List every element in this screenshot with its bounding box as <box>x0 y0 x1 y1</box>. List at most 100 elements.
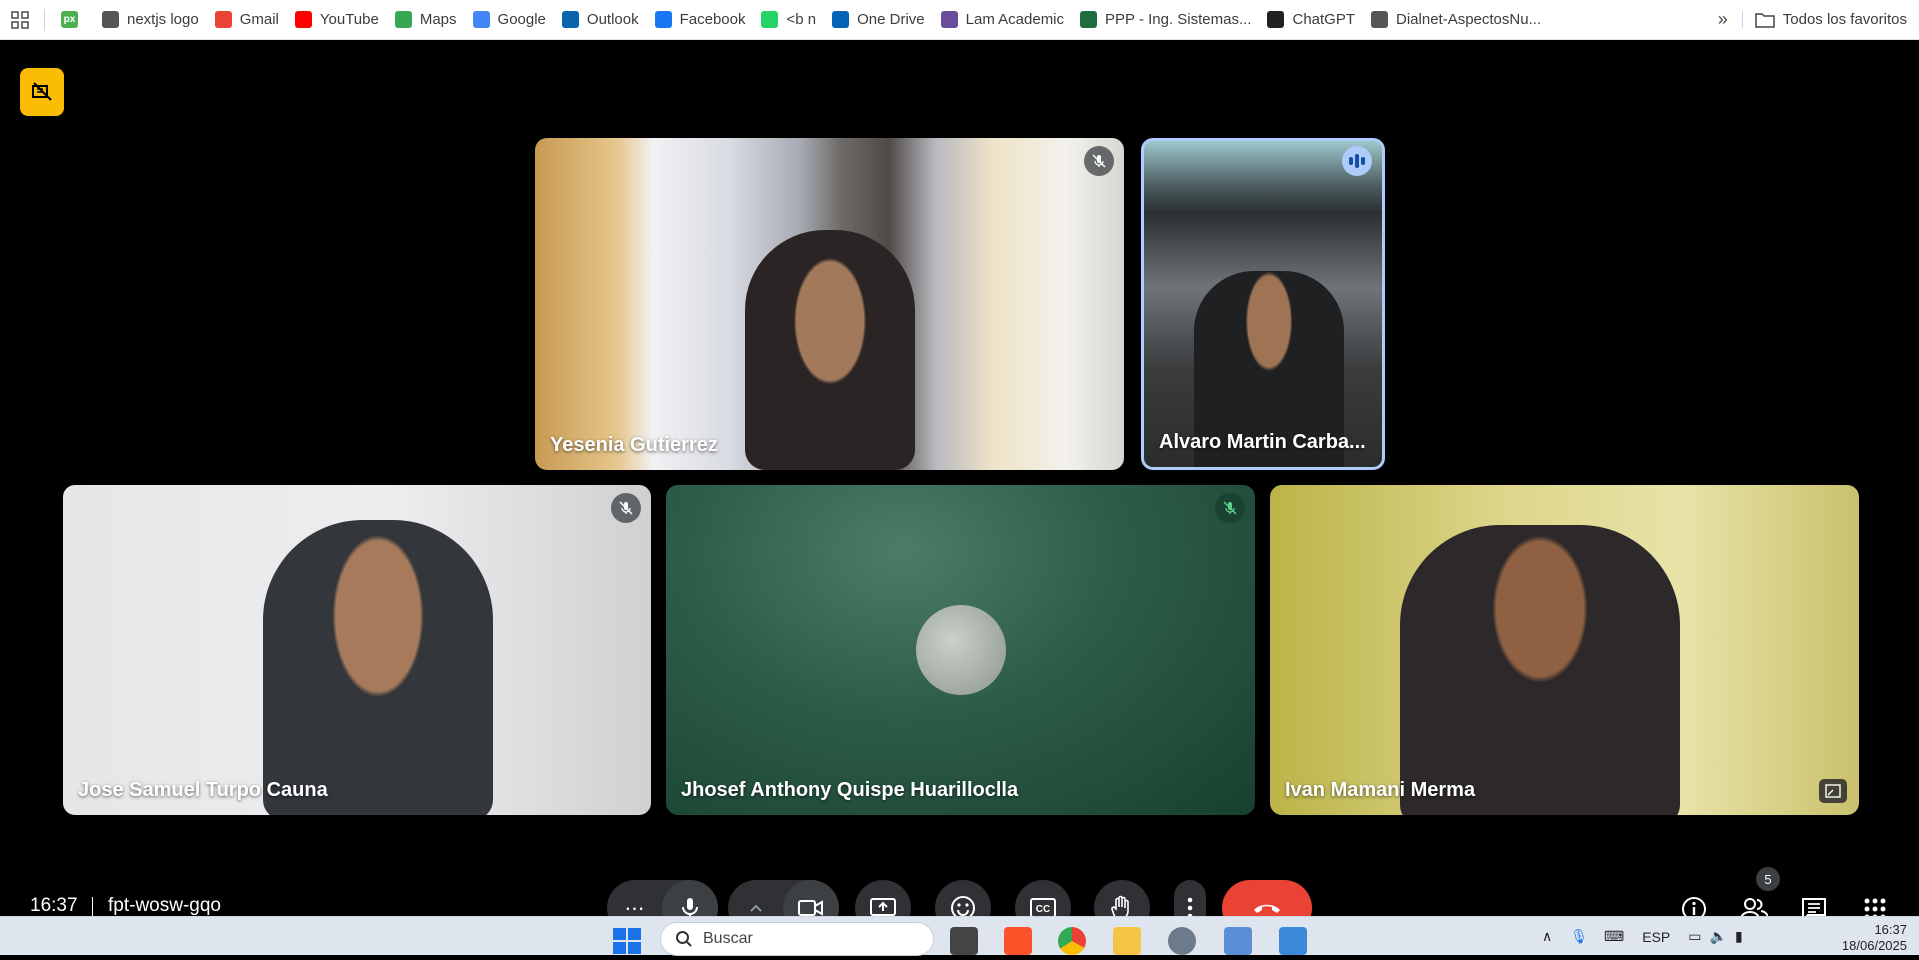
file-explorer-icon[interactable] <box>1113 927 1141 955</box>
bookmark-label: ChatGPT <box>1292 11 1356 28</box>
taskbar-time: 16:37 <box>1874 922 1907 937</box>
participant-name: Alvaro Martin Carba... <box>1159 431 1366 453</box>
picture-in-picture-icon[interactable] <box>1819 779 1847 803</box>
participant-tile-jose[interactable]: Jose Samuel Turpo Cauna <box>63 485 651 815</box>
clock-divider <box>92 897 93 917</box>
mic-muted-icon <box>1084 146 1114 176</box>
bookmarks-bar: px nextjs logo Gmail YouTube Maps Google Outlo… <box>0 0 1919 40</box>
globe-icon <box>1371 11 1389 28</box>
task-view-icon[interactable] <box>950 927 978 955</box>
whatsapp-icon <box>761 11 779 28</box>
windows-start-icon[interactable] <box>612 927 642 955</box>
settings-gear-icon[interactable] <box>1168 927 1196 955</box>
chatgpt-icon <box>1267 11 1285 28</box>
apps-grid-icon[interactable] <box>0 0 40 40</box>
participant-tile-yesenia[interactable]: Yesenia Gutierrez <box>535 138 1124 470</box>
taskbar-clock[interactable]: 16:37 18/06/2025 <box>1822 922 1907 954</box>
phone-hangup-icon <box>1254 904 1280 913</box>
bookmark-item[interactable]: One Drive <box>824 6 933 34</box>
bookmark-item[interactable]: Dialnet-AspectosNu... <box>1363 6 1549 34</box>
bookmark-label: Lam Academic <box>965 11 1065 28</box>
chrome-browser-icon[interactable] <box>1058 927 1086 955</box>
bookmark-label: Gmail <box>239 11 279 28</box>
bookmark-label: Google <box>497 11 546 28</box>
volume-icon[interactable]: 🔈 <box>1710 928 1727 945</box>
bookmark-label: Maps <box>419 11 457 28</box>
search-icon <box>676 931 692 947</box>
input-language[interactable]: ESP <box>1642 929 1670 945</box>
meeting-clock: 16:37 <box>30 895 78 916</box>
microphone-in-use-icon[interactable]: 🎙 <box>1570 928 1588 945</box>
bookmark-label: <b n <box>786 11 817 28</box>
participant-name: Ivan Mamani Merma <box>1285 779 1476 801</box>
meeting-stage: Yesenia Gutierrez Alvaro Martin Carba...… <box>0 40 1919 936</box>
globe-icon <box>102 11 119 28</box>
bookmark-item[interactable]: Gmail <box>207 6 287 34</box>
mic-muted-icon <box>1215 493 1245 523</box>
participant-tile-ivan[interactable]: Ivan Mamani Merma <box>1270 485 1859 815</box>
bookmark-item[interactable]: Facebook <box>647 6 754 34</box>
keyboard-icon[interactable]: ⌨ <box>1604 928 1624 945</box>
all-favorites-label: Todos los favoritos <box>1782 11 1907 28</box>
participant-name: Jhosef Anthony Quispe Huarilloclla <box>681 779 1019 801</box>
chevron-up-icon[interactable]: ∧ <box>1542 928 1552 945</box>
participant-tile-alvaro[interactable]: Alvaro Martin Carba... <box>1141 138 1385 470</box>
bookmark-label: Outlook <box>586 11 639 28</box>
brave-browser-icon[interactable] <box>1004 927 1032 955</box>
captions-icon: CC <box>1030 898 1056 918</box>
participant-count-badge: 5 <box>1756 867 1780 891</box>
participant-name: Yesenia Gutierrez <box>550 434 718 456</box>
bookmark-label: nextjs logo <box>127 11 199 28</box>
snipping-tool-icon[interactable] <box>1224 927 1252 955</box>
meeting-code[interactable]: fpt-wosw-gqo <box>108 895 221 917</box>
participant-tile-jhosef[interactable]: Jhosef Anthony Quispe Huarilloclla <box>666 485 1255 815</box>
google-icon <box>472 11 490 28</box>
bookmark-item[interactable]: PPP - Ing. Sistemas... <box>1072 6 1259 34</box>
maps-icon <box>394 11 412 28</box>
bookmark-item[interactable]: Outlook <box>554 6 647 34</box>
mic-muted-icon <box>611 493 641 523</box>
bookmark-label: YouTube <box>319 11 379 28</box>
taskbar-search-placeholder: Buscar <box>703 930 753 947</box>
bookmark-label: Facebook <box>679 11 746 28</box>
gmail-icon <box>214 11 232 28</box>
bookmarks-separator <box>44 8 45 31</box>
bookmark-item[interactable]: Maps <box>387 6 465 34</box>
bookmark-item[interactable]: YouTube <box>287 6 387 34</box>
battery-icon[interactable]: ▮ <box>1735 928 1743 945</box>
bookmark-label: Dialnet-AspectosNu... <box>1396 11 1542 28</box>
bookmark-item[interactable]: Google <box>465 6 554 34</box>
more-bookmarks-chevron[interactable]: » <box>1704 9 1742 30</box>
participant-video <box>1400 525 1680 815</box>
participant-video <box>745 230 915 470</box>
camera-off-icon <box>32 82 52 101</box>
network-icon[interactable]: ▭ <box>1688 928 1701 945</box>
windows-taskbar: Buscar ∧ 🎙 ⌨ ESP ▭ 🔈 ▮ 16:37 18/06/2025 <box>0 916 1919 956</box>
participant-name: Jose Samuel Turpo Cauna <box>78 779 328 801</box>
onedrive-icon <box>832 11 850 28</box>
system-tray: ∧ 🎙 ⌨ ESP ▭ 🔈 ▮ <box>1542 917 1743 956</box>
px-icon: px <box>61 11 78 28</box>
camera-icon <box>798 900 823 916</box>
bookmark-item[interactable]: ChatGPT <box>1259 6 1363 34</box>
taskbar-search-box[interactable]: Buscar <box>660 922 934 956</box>
speaking-indicator-icon <box>1342 146 1372 176</box>
excel-icon <box>1080 11 1098 28</box>
all-favorites-folder[interactable]: Todos los favoritos <box>1741 11 1919 28</box>
lam-icon <box>940 11 958 28</box>
folder-icon <box>1755 12 1775 28</box>
taskbar-date: 18/06/2025 <box>1841 938 1907 953</box>
bookmark-item[interactable]: px <box>53 6 94 34</box>
outlook-icon <box>561 11 579 28</box>
bookmark-label: One Drive <box>857 11 925 28</box>
participant-video <box>263 520 493 815</box>
participant-avatar <box>916 605 1006 695</box>
bookmark-item[interactable]: nextjs logo <box>94 6 207 34</box>
facebook-icon <box>654 11 672 28</box>
camera-blocked-badge[interactable] <box>20 68 64 116</box>
bookmark-item[interactable]: <b n <box>753 6 824 34</box>
notepad-icon[interactable] <box>1279 927 1307 955</box>
youtube-icon <box>294 11 312 28</box>
bookmark-label: PPP - Ing. Sistemas... <box>1105 11 1252 28</box>
bookmark-item[interactable]: Lam Academic <box>933 6 1072 34</box>
